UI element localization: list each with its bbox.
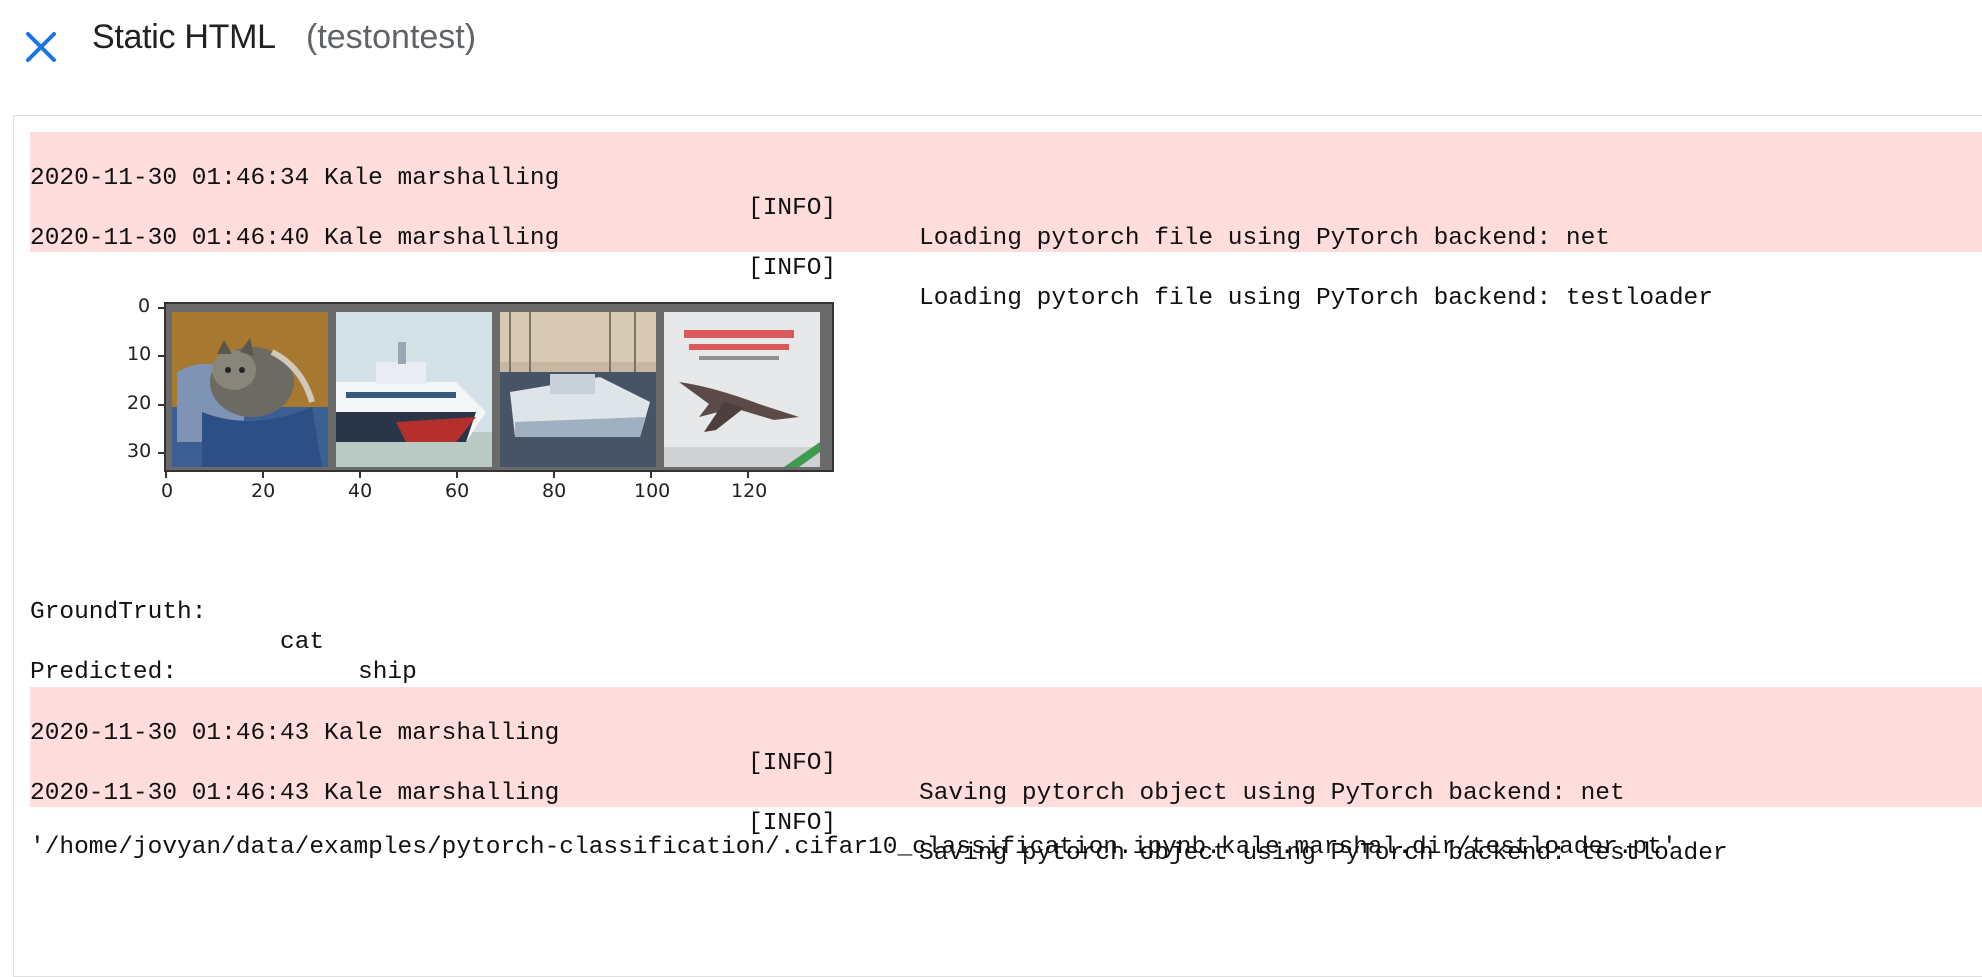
close-icon[interactable] (22, 28, 60, 66)
log-timestamp: 2020-11-30 01:46:34 Kale marshalling (30, 165, 560, 192)
log-line: 2020-11-30 01:46:40 Kale marshalling [IN… (30, 194, 1713, 312)
x-tick-label: 0 (161, 480, 174, 502)
x-tick-label: 40 (348, 480, 373, 502)
y-tick-label: 0 (138, 295, 151, 317)
x-tick-label: 100 (634, 480, 671, 502)
ship-image (336, 312, 492, 467)
log-timestamp: 2020-11-30 01:46:43 Kale marshalling (30, 780, 560, 807)
ship-image (500, 312, 656, 467)
log-block-loading: 2020-11-30 01:46:34 Kale marshalling [IN… (30, 132, 1982, 312)
y-tick-label: 30 (127, 440, 152, 462)
x-tick-label: 20 (251, 480, 276, 502)
image-grid (164, 302, 834, 472)
image-grid-figure: 0 10 20 30 0 20 40 60 80 100 120 (110, 290, 870, 520)
log-level: [INFO] (748, 255, 837, 282)
log-message: Loading pytorch file using PyTorch backe… (919, 225, 1611, 252)
log-timestamp: 2020-11-30 01:46:40 Kale marshalling (30, 225, 560, 252)
log-level: [INFO] (748, 750, 837, 777)
x-tick-label: 80 (542, 480, 567, 502)
predicted-line: Predicted: cat ship car ship (30, 628, 572, 806)
log-line: 2020-11-30 01:46:34 Kale marshalling [IN… (30, 134, 1610, 252)
x-tick-label: 120 (731, 480, 768, 502)
ground-truth-line: GroundTruth: cat ship ship plane (30, 568, 604, 746)
cat-image (172, 312, 328, 467)
log-block-saving: 2020-11-30 01:46:43 Kale marshalling [IN… (30, 687, 1982, 867)
output-path: '/home/jovyan/data/examples/pytorch-clas… (30, 834, 1677, 861)
y-tick-label: 10 (127, 343, 152, 365)
log-line: 2020-11-30 01:46:43 Kale marshalling [IN… (30, 689, 1625, 807)
log-line: 2020-11-30 01:46:43 Kale marshalling [IN… (30, 749, 1728, 867)
log-timestamp: 2020-11-30 01:46:43 Kale marshalling (30, 720, 560, 747)
dialog-subtitle: (testontest) (306, 18, 477, 56)
log-message: Loading pytorch file using PyTorch backe… (919, 285, 1713, 312)
log-message: Saving pytorch object using PyTorch back… (919, 780, 1625, 807)
log-level: [INFO] (748, 195, 837, 222)
x-tick-label: 60 (445, 480, 470, 502)
y-tick-label: 20 (127, 392, 152, 414)
airplane-image (664, 312, 820, 467)
ground-truth-label: GroundTruth: (30, 599, 207, 626)
ground-truth-value: ship (358, 659, 417, 686)
ground-truth-value: cat (280, 629, 325, 656)
dialog-header: Static HTML (testontest) (0, 0, 1982, 90)
predicted-label: Predicted: (30, 659, 178, 686)
dialog-title: Static HTML (92, 18, 276, 56)
